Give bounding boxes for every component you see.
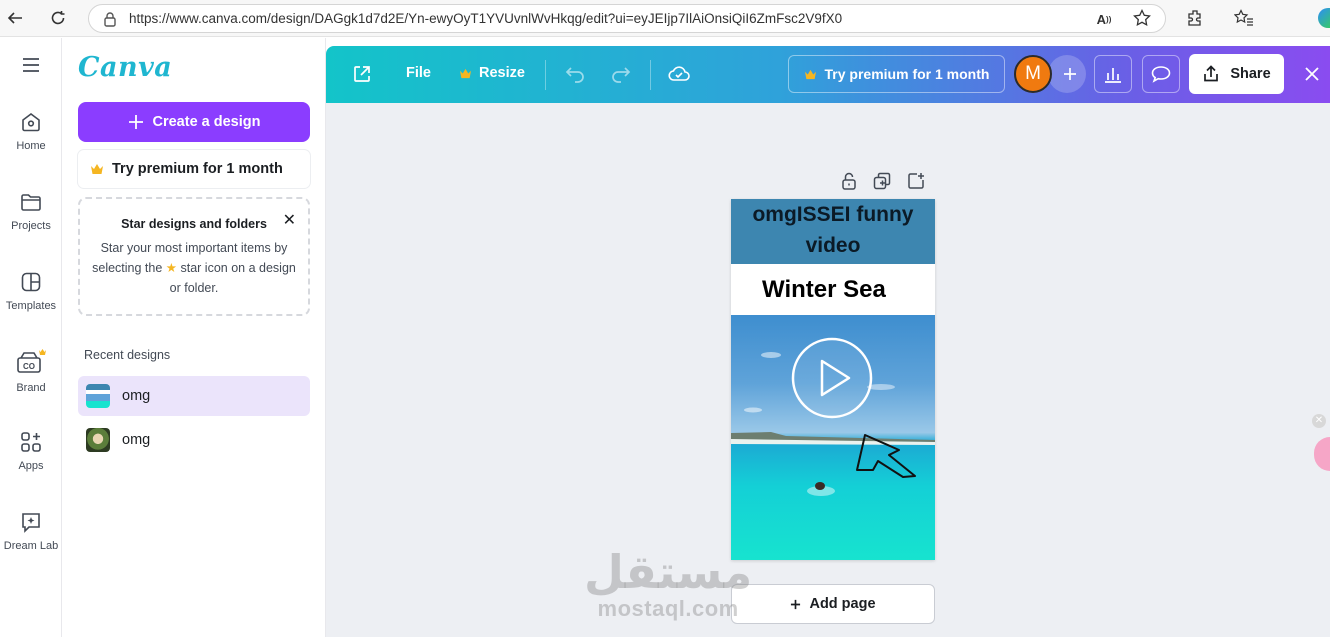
recent-design-item[interactable]: omg: [78, 376, 310, 416]
divider: [545, 60, 546, 90]
watermark-latin: mostaql.com: [597, 596, 739, 621]
unlock-icon[interactable]: [840, 171, 858, 191]
file-menu[interactable]: File: [406, 65, 431, 81]
page-tools: [840, 171, 926, 191]
rail-label: Brand: [16, 382, 46, 394]
rail-label: Templates: [5, 300, 57, 312]
rail-item-apps[interactable]: Apps: [0, 430, 62, 472]
svg-text:CO: CO: [23, 362, 35, 371]
rail-item-projects[interactable]: Projects: [0, 190, 62, 232]
menu-button[interactable]: [0, 56, 62, 80]
url-text: https://www.canva.com/design/DAGgk1d7d2E…: [129, 11, 843, 26]
rail-label: Home: [16, 140, 46, 152]
resize-button[interactable]: Resize: [459, 65, 525, 81]
star-card-body: Star your most important items by select…: [88, 238, 300, 298]
star-emoji-icon: ★: [165, 261, 178, 275]
lock-icon: [104, 11, 116, 27]
rail-label: Apps: [18, 460, 44, 472]
extensions-icon[interactable]: [1184, 7, 1206, 29]
redo-icon[interactable]: [610, 64, 632, 84]
resize-label: Resize: [479, 65, 525, 81]
brand-icon: CO: [17, 349, 46, 373]
avatar[interactable]: M: [1014, 55, 1052, 93]
plus-icon: [128, 115, 143, 129]
templates-icon: [21, 272, 41, 292]
folder-icon: [21, 194, 41, 211]
crown-icon: [91, 164, 103, 174]
browser-toolbar: https://www.canva.com/design/DAGgk1d7d2E…: [0, 0, 1330, 37]
mostaql-watermark: مستقل mostaql.com: [584, 548, 752, 622]
home-icon: [22, 113, 40, 132]
close-icon[interactable]: ✕: [1312, 414, 1326, 428]
reload-icon[interactable]: [47, 7, 69, 29]
read-aloud-icon[interactable]: A)): [1093, 8, 1115, 30]
design-page[interactable]: omgISSEI funny video Winter Sea: [731, 199, 935, 560]
editor-header: File Resize Try premium for 1 month M Sh…: [326, 46, 1330, 103]
recent-design-item[interactable]: omg: [78, 420, 310, 460]
create-design-label: Create a design: [152, 114, 261, 130]
crown-icon: [460, 68, 471, 78]
add-collaborator-button[interactable]: [1048, 55, 1086, 93]
comments-button[interactable]: [1142, 55, 1180, 93]
design-thumbnail: [86, 384, 110, 408]
add-page-icon[interactable]: [906, 171, 926, 191]
cloud-saved-icon[interactable]: [667, 63, 691, 85]
copilot-icon[interactable]: [1318, 8, 1330, 28]
plus-icon: [1064, 68, 1076, 80]
duplicate-page-icon[interactable]: [872, 171, 892, 191]
add-page-button[interactable]: Add page: [731, 584, 935, 624]
play-icon: [791, 337, 873, 419]
divider: [650, 60, 651, 90]
address-bar[interactable]: https://www.canva.com/design/DAGgk1d7d2E…: [88, 4, 1166, 33]
star-card-title: Star designs and folders: [121, 217, 267, 231]
favorites-list-icon[interactable]: [1233, 7, 1255, 29]
rail-item-templates[interactable]: Templates: [0, 270, 62, 312]
rail-item-brand[interactable]: CO Brand: [0, 348, 62, 394]
video-frame[interactable]: [731, 315, 935, 560]
canvas-area: omgISSEI funny video Winter Sea Add page…: [326, 103, 1330, 637]
canva-logo[interactable]: Canva: [78, 52, 172, 83]
left-rail: Home Projects Templates CO Brand Apps Dr…: [0, 38, 62, 637]
external-link-icon[interactable]: [352, 64, 372, 84]
rail-item-dream-lab[interactable]: Dream Lab: [0, 510, 65, 552]
recent-designs-label: Recent designs: [84, 348, 171, 362]
add-page-label: Add page: [809, 596, 876, 612]
crown-icon: [804, 69, 816, 79]
back-arrow-icon[interactable]: [4, 7, 26, 29]
undo-icon[interactable]: [564, 64, 586, 84]
favorite-star-icon[interactable]: [1131, 7, 1153, 29]
recent-design-name: omg: [122, 388, 151, 404]
share-button[interactable]: Share: [1189, 54, 1284, 94]
rail-item-home[interactable]: Home: [0, 110, 62, 152]
bar-chart-icon: [1105, 68, 1121, 83]
dream-lab-icon: [22, 513, 40, 533]
close-icon[interactable]: ✕: [283, 210, 296, 230]
rail-label: Projects: [11, 220, 51, 232]
header-try-premium-label: Try premium for 1 month: [824, 66, 990, 82]
comment-icon: [1151, 66, 1171, 83]
watermark-arabic: مستقل: [584, 545, 753, 599]
rail-label: Dream Lab: [3, 540, 59, 552]
floating-assistant-button[interactable]: [1314, 437, 1330, 471]
insights-button[interactable]: [1094, 55, 1132, 93]
try-premium-label: Try premium for 1 month: [112, 161, 283, 177]
design-thumbnail: [86, 428, 110, 452]
sea-scene-image: [731, 337, 935, 496]
try-premium-button[interactable]: Try premium for 1 month: [78, 150, 310, 188]
design-subtitle[interactable]: Winter Sea: [731, 264, 935, 315]
star-designs-card: ✕ Star designs and folders Star your mos…: [78, 197, 310, 316]
apps-icon: [21, 432, 41, 452]
share-icon: [1204, 65, 1219, 82]
header-try-premium-button[interactable]: Try premium for 1 month: [788, 55, 1005, 93]
design-title[interactable]: omgISSEI funny video: [731, 199, 935, 264]
share-label: Share: [1230, 66, 1271, 82]
side-panel: Canva Create a design Try premium for 1 …: [63, 38, 326, 637]
hamburger-icon: [23, 58, 39, 72]
create-design-button[interactable]: Create a design: [78, 102, 310, 142]
close-icon[interactable]: [1303, 65, 1321, 83]
recent-design-name: omg: [122, 432, 151, 448]
plus-icon: [791, 599, 801, 609]
star-card-body-2: star icon on a design or folder.: [169, 261, 296, 295]
